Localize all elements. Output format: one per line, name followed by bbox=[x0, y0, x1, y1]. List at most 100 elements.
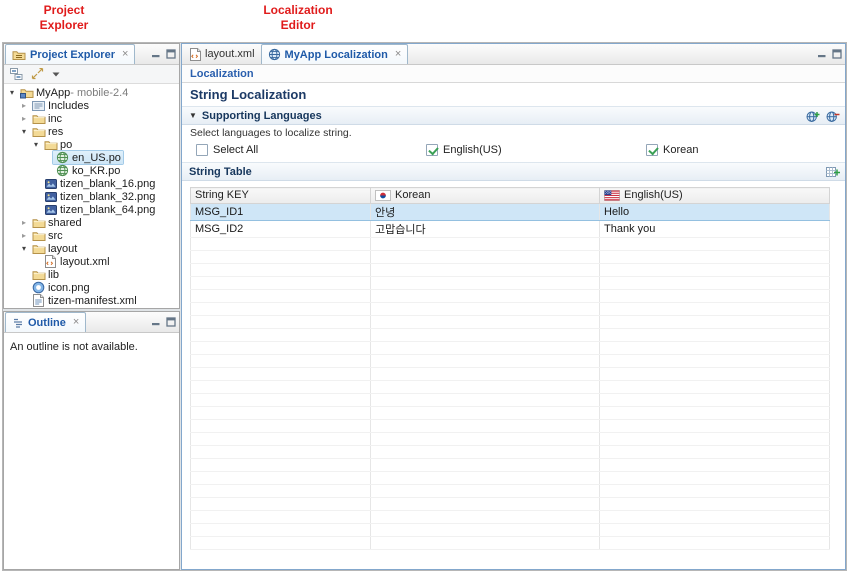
column-header-english-us[interactable]: English(US) bbox=[600, 188, 830, 204]
xml-file-icon bbox=[43, 255, 58, 268]
tree-item-ko-kr-po[interactable]: ko_KR.po bbox=[4, 164, 179, 177]
checkbox-label: Select All bbox=[213, 144, 258, 156]
link-with-editor-icon[interactable] bbox=[31, 68, 44, 80]
expand-arrow-icon[interactable] bbox=[19, 216, 29, 229]
tree-item-src[interactable]: src bbox=[4, 229, 179, 242]
minimize-icon[interactable] bbox=[817, 49, 827, 59]
section-collapse-arrow-icon[interactable]: ▼ bbox=[189, 111, 197, 120]
tree-item-myapp[interactable]: MyApp - mobile-2.4 bbox=[4, 86, 179, 99]
breadcrumb-localization[interactable]: Localization bbox=[190, 68, 254, 80]
empty-cell bbox=[600, 524, 830, 537]
tree-node: tizen_blank_32.png bbox=[41, 190, 157, 203]
maximize-icon[interactable] bbox=[832, 49, 842, 59]
tree-item-label: ko_KR.po bbox=[72, 165, 120, 177]
tree-item-tizen-manifest-xml[interactable]: tizen-manifest.xml bbox=[4, 294, 179, 307]
empty-table-row bbox=[191, 498, 830, 511]
empty-cell bbox=[371, 251, 600, 264]
tab-project-explorer[interactable]: Project Explorer bbox=[5, 44, 135, 64]
close-icon[interactable] bbox=[395, 49, 401, 60]
empty-cell bbox=[191, 238, 371, 251]
expand-arrow-icon[interactable] bbox=[19, 229, 29, 242]
string-table-header[interactable]: String Table bbox=[182, 162, 845, 181]
manifest-file-icon bbox=[31, 294, 46, 307]
tree-item-tizen-blank-64-png[interactable]: tizen_blank_64.png bbox=[4, 203, 179, 216]
empty-cell bbox=[600, 537, 830, 550]
collapse-arrow-icon[interactable] bbox=[19, 242, 29, 255]
supporting-languages-header[interactable]: ▼ Supporting Languages bbox=[182, 106, 845, 125]
collapse-arrow-icon[interactable] bbox=[7, 86, 17, 99]
view-menu-icon[interactable] bbox=[52, 70, 60, 78]
tree-item-includes[interactable]: Includes bbox=[4, 99, 179, 112]
checkbox-select-all[interactable]: Select All bbox=[196, 144, 258, 156]
empty-cell bbox=[600, 511, 830, 524]
minimize-icon[interactable] bbox=[151, 49, 161, 59]
folder-icon bbox=[43, 139, 58, 151]
checkbox-korean[interactable]: Korean bbox=[646, 144, 698, 156]
table-cell[interactable]: MSG_ID1 bbox=[191, 204, 371, 221]
empty-cell bbox=[371, 446, 600, 459]
tab-outline[interactable]: Outline bbox=[5, 312, 86, 332]
expand-arrow-icon[interactable] bbox=[19, 112, 29, 125]
column-header-korean[interactable]: Korean bbox=[371, 188, 600, 204]
maximize-icon[interactable] bbox=[166, 317, 176, 327]
checkbox-english-us[interactable]: English(US) bbox=[426, 144, 502, 156]
add-string-icon[interactable] bbox=[826, 166, 840, 179]
collapse-all-icon[interactable] bbox=[10, 68, 23, 81]
tree-item-res[interactable]: res bbox=[4, 125, 179, 138]
empty-cell bbox=[371, 368, 600, 381]
close-icon[interactable] bbox=[122, 49, 128, 60]
empty-cell bbox=[600, 342, 830, 355]
tree-item-label: shared bbox=[48, 217, 82, 229]
tree-node: res bbox=[29, 125, 65, 138]
tab-label: Outline bbox=[28, 317, 66, 329]
tree-node: Includes bbox=[29, 99, 91, 112]
collapse-arrow-icon[interactable] bbox=[31, 138, 41, 151]
tree-item-layout-xml[interactable]: layout.xml bbox=[4, 255, 179, 268]
tree-item-tizen-blank-32-png[interactable]: tizen_blank_32.png bbox=[4, 190, 179, 203]
table-cell[interactable]: Thank you bbox=[600, 221, 830, 238]
maximize-icon[interactable] bbox=[166, 49, 176, 59]
collapse-arrow-icon[interactable] bbox=[19, 125, 29, 138]
checked-checkbox-icon bbox=[426, 144, 438, 156]
project-icon bbox=[19, 87, 34, 99]
close-icon[interactable] bbox=[73, 317, 79, 328]
empty-cell bbox=[600, 407, 830, 420]
empty-table-row bbox=[191, 251, 830, 264]
tree-item-shared[interactable]: shared bbox=[4, 216, 179, 229]
add-language-icon[interactable] bbox=[806, 110, 820, 123]
empty-cell bbox=[191, 524, 371, 537]
empty-cell bbox=[600, 394, 830, 407]
table-row-msg-id2[interactable]: MSG_ID2고맙습니다Thank you bbox=[191, 221, 830, 238]
empty-table-row bbox=[191, 316, 830, 329]
section-title: Supporting Languages bbox=[202, 110, 322, 122]
tree-item-icon-png[interactable]: icon.png bbox=[4, 281, 179, 294]
empty-cell bbox=[600, 498, 830, 511]
po-file-icon bbox=[55, 151, 70, 164]
tree-item-po[interactable]: po bbox=[4, 138, 179, 151]
tree-item-label: layout.xml bbox=[60, 256, 110, 268]
table-cell[interactable]: MSG_ID2 bbox=[191, 221, 371, 238]
tree-item-lib[interactable]: lib bbox=[4, 268, 179, 281]
supporting-languages-actions bbox=[806, 108, 840, 125]
remove-language-icon[interactable] bbox=[826, 110, 840, 123]
column-header-string-key[interactable]: String KEY bbox=[191, 188, 371, 204]
tree-item-tizen-blank-16-png[interactable]: tizen_blank_16.png bbox=[4, 177, 179, 190]
minimize-icon[interactable] bbox=[151, 317, 161, 327]
tree-item-layout[interactable]: layout bbox=[4, 242, 179, 255]
table-cell[interactable]: Hello bbox=[600, 204, 830, 221]
tab-label: MyApp Localization bbox=[285, 49, 388, 61]
table-row-msg-id1[interactable]: MSG_ID1안녕Hello bbox=[191, 204, 830, 221]
empty-table-row bbox=[191, 433, 830, 446]
tree-item-label: tizen_blank_32.png bbox=[60, 191, 155, 203]
tree-item-en-us-po[interactable]: en_US.po bbox=[4, 151, 179, 164]
tree-item-inc[interactable]: inc bbox=[4, 112, 179, 125]
expand-arrow-icon[interactable] bbox=[19, 99, 29, 112]
panel-controls bbox=[817, 49, 842, 59]
table-cell[interactable]: 안녕 bbox=[371, 204, 600, 221]
tab-layout-xml[interactable]: layout.xml bbox=[184, 44, 261, 64]
tab-myapp-localization[interactable]: MyApp Localization bbox=[261, 44, 409, 64]
table-cell[interactable]: 고맙습니다 bbox=[371, 221, 600, 238]
empty-cell bbox=[371, 420, 600, 433]
tree-item-label: tizen_blank_64.png bbox=[60, 204, 155, 216]
empty-cell bbox=[191, 420, 371, 433]
